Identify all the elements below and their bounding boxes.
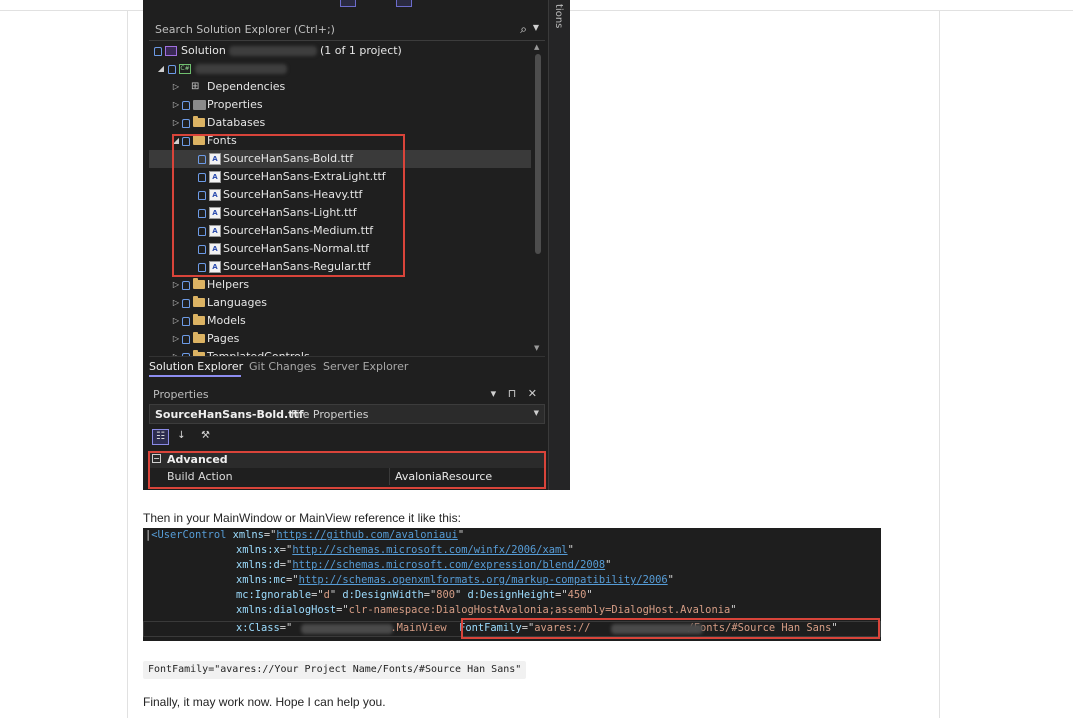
inline-code-snippet: FontFamily="avares://Your Project Name/F…: [143, 661, 527, 679]
lock-icon: [182, 281, 190, 290]
code-screenshot: |<UserControl xmlns="https://github.com/…: [143, 528, 881, 641]
content-border-left: [127, 11, 128, 718]
lock-icon: [154, 47, 162, 56]
explorer-tabs: Solution Explorer Git Changes Server Exp…: [149, 356, 545, 377]
properties-header: Properties ▾ ⊓ ✕: [149, 384, 545, 404]
solution-search-input[interactable]: Search Solution Explorer (Ctrl+;) ⌕ ▼: [149, 19, 545, 41]
tree-row-helpers[interactable]: ▷ Helpers: [149, 276, 531, 294]
tree-row-pages[interactable]: ▷ Pages: [149, 330, 531, 348]
properties-title: Properties: [153, 388, 209, 401]
folder-icon: [193, 332, 205, 343]
toolstrip: [143, 0, 548, 17]
redacted-text: [195, 64, 287, 74]
expanded-arrow-icon[interactable]: ◢: [156, 60, 166, 78]
collapsed-arrow-icon[interactable]: ▷: [171, 312, 181, 330]
scroll-down-icon[interactable]: ▼: [534, 344, 539, 352]
closing-paragraph: Finally, it may work now. Hope I can hel…: [143, 695, 386, 709]
tree-item-label: Properties: [207, 98, 263, 111]
tree-item-label: Databases: [207, 116, 266, 129]
tab-solution-explorer[interactable]: Solution Explorer: [149, 360, 243, 373]
collapsed-arrow-icon[interactable]: ▷: [171, 294, 181, 312]
tab-server-explorer[interactable]: Server Explorer: [323, 360, 408, 373]
tree-item-label: TemplatedControls: [207, 348, 310, 356]
collapsed-arrow-icon[interactable]: ▷: [171, 276, 181, 294]
code-overflow-marker: – – –: [173, 637, 197, 641]
lock-icon: [182, 299, 190, 308]
tree-row-languages[interactable]: ▷ Languages: [149, 294, 531, 312]
folder-icon: [193, 314, 205, 325]
tree-scrollbar[interactable]: ▲ ▼: [532, 42, 544, 356]
tree-row-properties[interactable]: ▷ Properties: [149, 96, 531, 114]
dependencies-icon: ⊞: [191, 81, 200, 92]
toolbar-button-icon[interactable]: [340, 0, 356, 7]
properties-icon: [193, 100, 206, 110]
search-icon[interactable]: ⌕: [520, 22, 527, 37]
toolbar-button-icon[interactable]: [396, 0, 412, 7]
highlight-fonts-folder: [172, 134, 405, 277]
tree-item-label: Dependencies: [207, 80, 286, 93]
tree-row-databases[interactable]: ▷ Databases: [149, 114, 531, 132]
collapsed-arrow-icon[interactable]: ▷: [171, 348, 181, 356]
chevron-down-icon[interactable]: ▼: [534, 409, 539, 417]
collapsed-arrow-icon[interactable]: ▷: [171, 330, 181, 348]
code-line: |<UserControl xmlns="https://github.com/…: [145, 529, 465, 541]
folder-icon: [193, 296, 205, 307]
solution-icon: [165, 46, 177, 56]
solution-label: Solution: [181, 44, 226, 57]
solution-tree: Solution (1 of 1 project) ◢ C# ▷ ⊞ Depen…: [149, 42, 531, 356]
tree-item-label: Models: [207, 314, 246, 327]
scrollbar-thumb[interactable]: [535, 54, 541, 254]
wrench-icon[interactable]: ⚒: [197, 429, 214, 445]
collapsed-arrow-icon[interactable]: ▷: [171, 78, 181, 96]
code-line: xmlns:d="http://schemas.microsoft.com/ex…: [236, 559, 612, 571]
search-placeholder: Search Solution Explorer (Ctrl+;): [155, 23, 335, 36]
content-border-right: [939, 11, 940, 718]
code-line: xmlns:mc="http://schemas.openxmlformats.…: [236, 574, 674, 586]
object-name: SourceHanSans-Bold.ttf: [155, 408, 304, 421]
tree-row-templatedcontrols[interactable]: ▷ TemplatedControls: [149, 348, 531, 356]
side-tab[interactable]: tions: [548, 0, 570, 490]
tree-item-label: Helpers: [207, 278, 250, 291]
tree-item-label: Pages: [207, 332, 240, 345]
categorized-icon[interactable]: ☷: [152, 429, 169, 445]
redacted-text: [229, 46, 317, 56]
lock-icon: [182, 101, 190, 110]
scroll-up-icon[interactable]: ▲: [534, 43, 539, 51]
tree-row-project[interactable]: ◢ C#: [149, 60, 531, 78]
tree-row-solution[interactable]: Solution (1 of 1 project): [149, 42, 531, 60]
collapsed-arrow-icon[interactable]: ▷: [171, 96, 181, 114]
side-tab-label: tions: [553, 4, 564, 29]
code-line: xmlns:x="http://schemas.microsoft.com/wi…: [236, 544, 574, 556]
tree-row-dependencies[interactable]: ▷ ⊞ Dependencies: [149, 78, 531, 96]
properties-toolbar: ☷ ↓ ⚒: [149, 426, 545, 448]
tree-row-models[interactable]: ▷ Models: [149, 312, 531, 330]
intro-paragraph: Then in your MainWindow or MainView refe…: [143, 511, 461, 525]
highlight-build-action: [148, 451, 546, 489]
lock-icon: [168, 65, 176, 74]
code-line: mc:Ignorable="d" d:DesignWidth="800" d:D…: [236, 589, 593, 601]
solution-suffix: (1 of 1 project): [320, 44, 402, 57]
collapsed-arrow-icon[interactable]: ▷: [171, 114, 181, 132]
tab-git-changes[interactable]: Git Changes: [249, 360, 316, 373]
csharp-project-icon: C#: [179, 64, 191, 74]
sort-alphabetical-icon[interactable]: ↓: [173, 429, 190, 445]
lock-icon: [182, 119, 190, 128]
properties-object-selector[interactable]: SourceHanSans-Bold.ttf File Properties ▼: [149, 404, 545, 424]
visual-studio-screenshot: tions Search Solution Explorer (Ctrl+;) …: [143, 0, 570, 490]
redacted-text: [301, 624, 393, 634]
lock-icon: [182, 335, 190, 344]
chevron-down-icon[interactable]: ▼: [533, 23, 539, 32]
lock-icon: [182, 317, 190, 326]
code-line: xmlns:dialogHost="clr-namespace:DialogHo…: [236, 604, 737, 616]
folder-icon: [193, 116, 205, 127]
active-tab-indicator: [149, 375, 241, 377]
object-kind: File Properties: [291, 408, 369, 421]
tree-item-label: Languages: [207, 296, 268, 309]
properties-window-controls[interactable]: ▾ ⊓ ✕: [491, 387, 541, 400]
highlight-fontfamily: [461, 618, 880, 639]
folder-icon: [193, 278, 205, 289]
